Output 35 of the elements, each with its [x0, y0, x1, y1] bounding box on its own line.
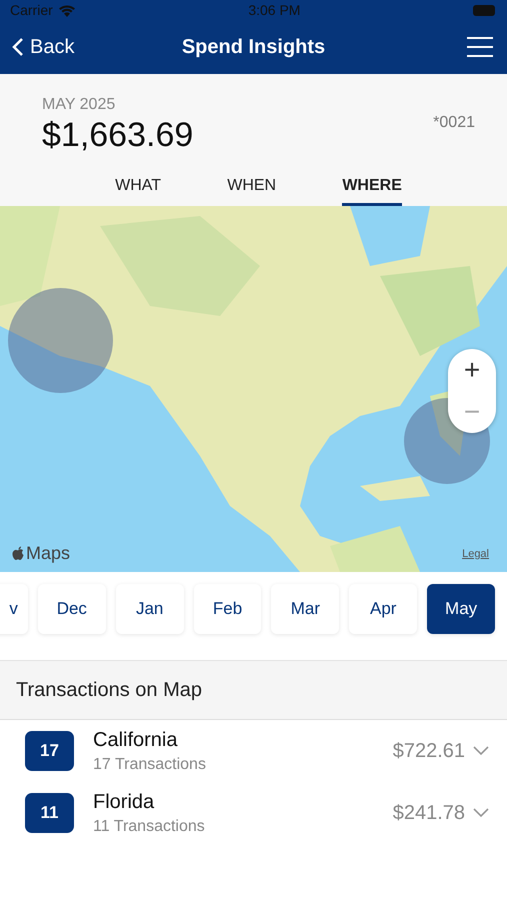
- battery-icon: [472, 4, 497, 16]
- month-chip[interactable]: Apr: [349, 584, 418, 634]
- apple-icon: [12, 546, 25, 561]
- screen-title: Spend Insights: [182, 36, 326, 58]
- chevron-icon[interactable]: [473, 808, 489, 818]
- tab[interactable]: WHAT: [115, 177, 162, 206]
- back-button[interactable]: Back: [12, 36, 74, 58]
- period-label: MAY 2025: [42, 96, 116, 114]
- transaction-count: 11 Transactions: [93, 818, 206, 836]
- location-amount: $241.78: [392, 802, 465, 824]
- month-chip[interactable]: Dec: [38, 584, 106, 634]
- location-amount: $722.61: [392, 740, 465, 762]
- status-time: 3:06 PM: [248, 2, 300, 18]
- chevron-icon[interactable]: [473, 746, 489, 756]
- section-title: Transactions on Map: [16, 678, 202, 702]
- wifi-icon: [58, 4, 76, 16]
- account-number: *0021: [433, 114, 475, 132]
- count-badge: 17: [25, 731, 74, 771]
- menu-button[interactable]: [467, 37, 493, 57]
- maps-attribution: Maps: [12, 543, 70, 564]
- month-chip[interactable]: Mar: [271, 584, 340, 634]
- carrier-label: Carrier: [10, 2, 53, 18]
- month-chip[interactable]: v: [0, 584, 28, 634]
- chevron-left-icon: [12, 37, 24, 57]
- month-chip[interactable]: May: [427, 584, 496, 634]
- legal-link[interactable]: Legal: [462, 548, 489, 560]
- zoom-in-button[interactable]: +: [448, 349, 496, 391]
- tab[interactable]: WHEN: [227, 177, 276, 206]
- month-chip[interactable]: Feb: [194, 584, 262, 634]
- location-name: Florida: [93, 790, 156, 814]
- count-badge: 11: [25, 793, 74, 833]
- location-name: California: [93, 728, 178, 752]
- month-chip[interactable]: Jan: [116, 584, 184, 634]
- total-amount: $1,663.69: [42, 116, 194, 155]
- transaction-count: 17 Transactions: [93, 756, 207, 774]
